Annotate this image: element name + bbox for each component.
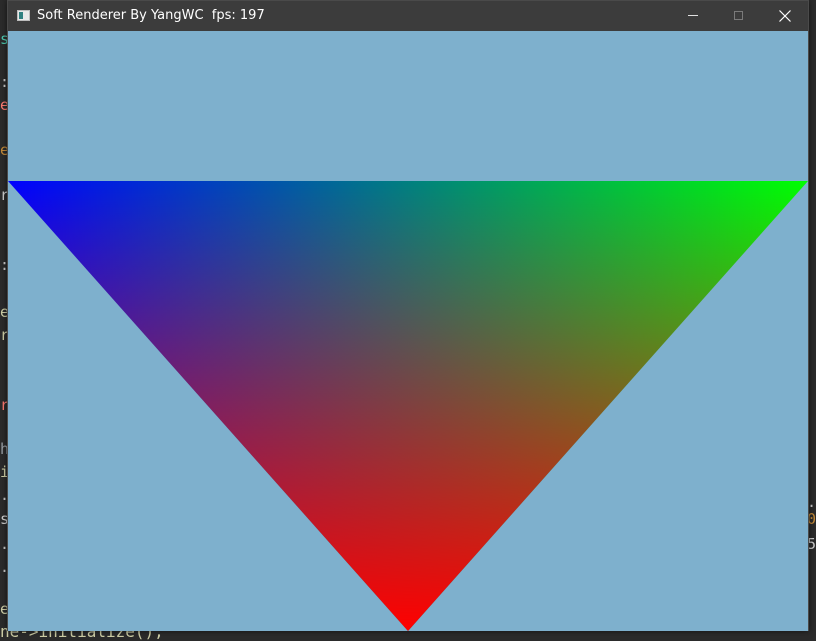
close-icon: [779, 10, 791, 22]
minimize-button[interactable]: [670, 1, 716, 31]
maximize-icon: [734, 11, 743, 20]
gradient-triangle: [8, 181, 808, 631]
render-viewport[interactable]: [8, 31, 808, 631]
title-bar[interactable]: Soft Renderer By YangWC fps: 197: [8, 1, 808, 31]
render-canvas: [8, 181, 808, 631]
maximize-button[interactable]: [716, 1, 762, 31]
window-title: Soft Renderer By YangWC fps: 197: [37, 8, 265, 23]
close-button[interactable]: [762, 1, 808, 31]
soft-renderer-window[interactable]: Soft Renderer By YangWC fps: 197: [7, 0, 809, 631]
minimize-icon: [688, 15, 698, 16]
app-window-icon[interactable]: [17, 10, 30, 21]
